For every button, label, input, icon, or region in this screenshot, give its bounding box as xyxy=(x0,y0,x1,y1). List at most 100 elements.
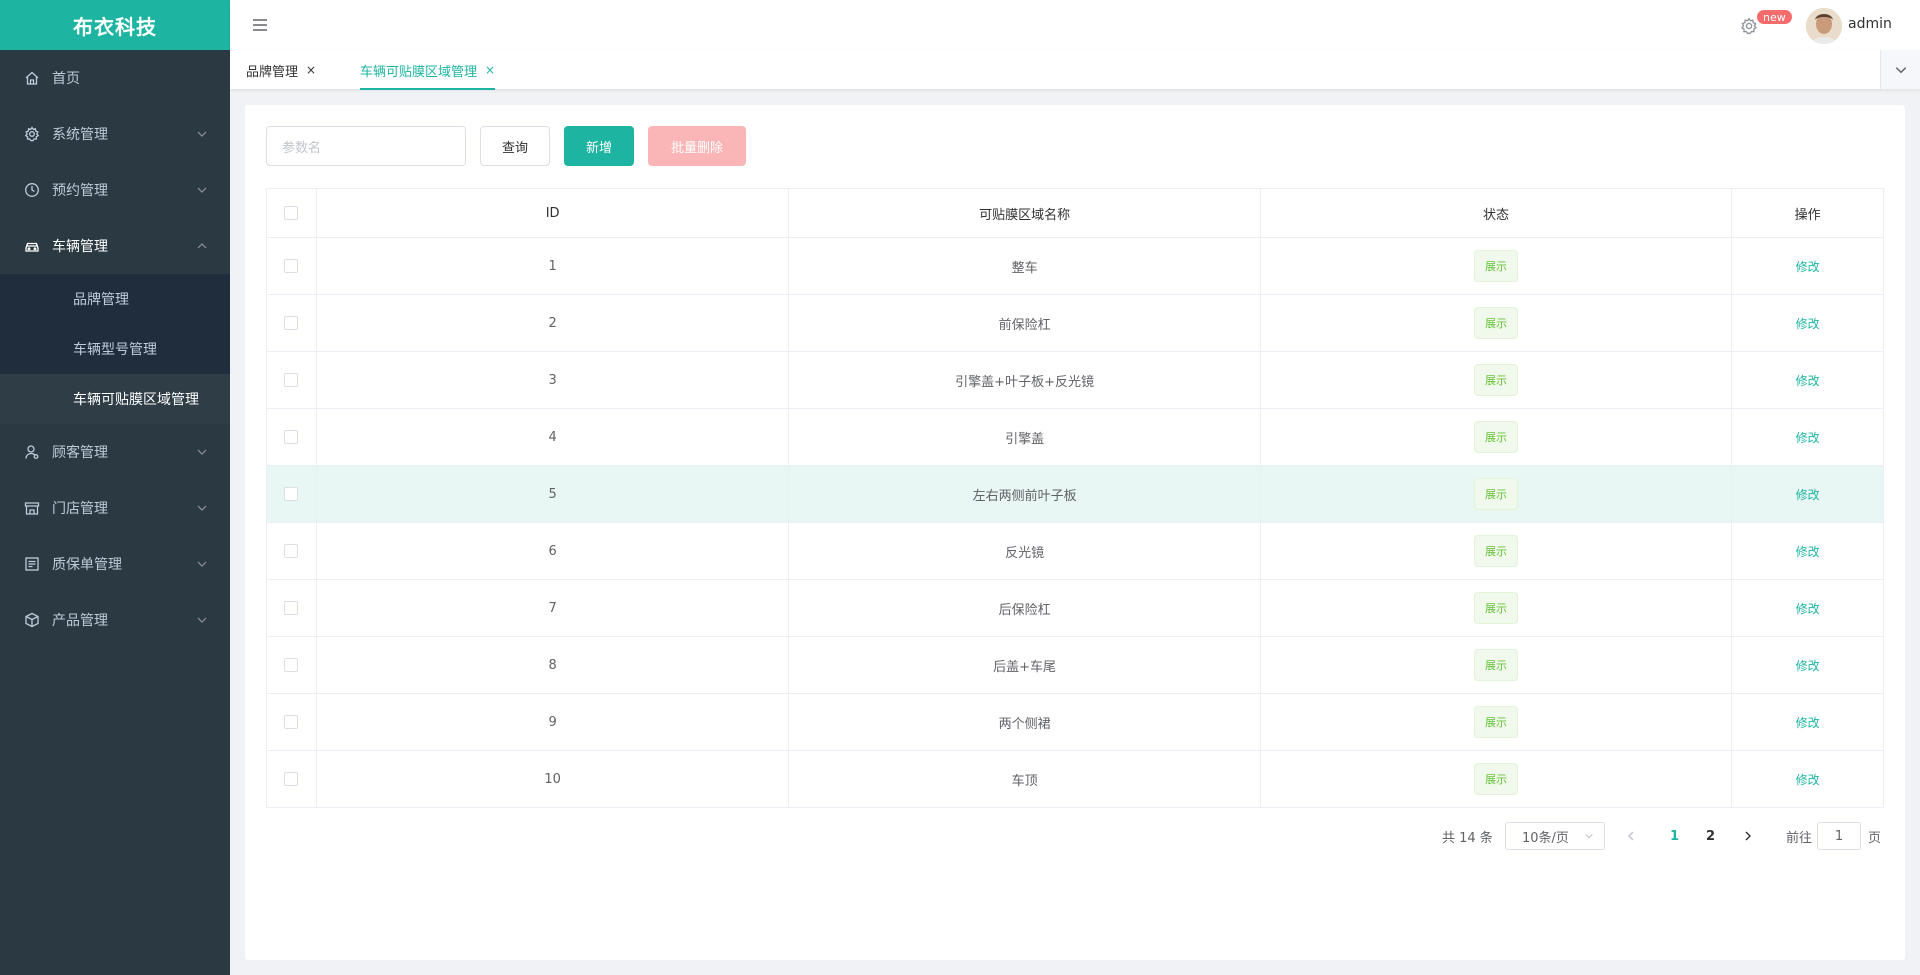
menu-label: 顾客管理 xyxy=(52,445,108,461)
row-checkbox[interactable] xyxy=(284,601,299,615)
cell-status: 展示 xyxy=(1261,694,1733,750)
menu-item-warranty[interactable]: 质保单管理 xyxy=(0,536,230,592)
cell-action: 修改 xyxy=(1732,637,1883,693)
query-button[interactable]: 查询 xyxy=(480,126,550,166)
cell-action: 修改 xyxy=(1732,694,1883,750)
row-checkbox-cell xyxy=(267,523,317,579)
cell-id: 2 xyxy=(317,295,790,351)
top-header: new admin xyxy=(230,0,1920,50)
gear-icon xyxy=(24,126,40,142)
clock-icon xyxy=(24,182,40,198)
tab-film-area[interactable]: 车辆可贴膜区域管理 × xyxy=(360,50,496,90)
status-badge: 展示 xyxy=(1473,478,1518,510)
menu-item-system[interactable]: 系统管理 xyxy=(0,106,230,162)
edit-link[interactable]: 修改 xyxy=(1796,315,1820,332)
username[interactable]: admin xyxy=(1848,16,1892,32)
row-checkbox-cell xyxy=(267,751,317,807)
edit-link[interactable]: 修改 xyxy=(1796,714,1820,731)
table-row: 4 引擎盖 展示 修改 xyxy=(267,408,1883,465)
menu-item-booking[interactable]: 预约管理 xyxy=(0,162,230,218)
submenu-item-film-area[interactable]: 车辆可贴膜区域管理 xyxy=(0,374,230,424)
cell-area-name: 引擎盖+叶子板+反光镜 xyxy=(789,352,1261,408)
menu-item-home[interactable]: 首页 xyxy=(0,50,230,106)
cell-action: 修改 xyxy=(1732,295,1883,351)
add-button[interactable]: 新增 xyxy=(564,126,634,166)
row-checkbox-cell xyxy=(267,694,317,750)
bulk-delete-button[interactable]: 批量删除 xyxy=(648,126,746,166)
cell-status: 展示 xyxy=(1261,295,1733,351)
cell-status: 展示 xyxy=(1261,466,1733,522)
cell-status: 展示 xyxy=(1261,637,1733,693)
column-header-action: 操作 xyxy=(1794,207,1821,223)
menu-item-customer[interactable]: 顾客管理 xyxy=(0,424,230,480)
menu-label: 预约管理 xyxy=(52,183,108,199)
chevron-down-icon xyxy=(1895,66,1906,73)
row-checkbox[interactable] xyxy=(284,715,299,729)
table-row: 7 后保险杠 展示 修改 xyxy=(267,579,1883,636)
goto-label: 前往 xyxy=(1786,830,1813,846)
cell-id: 3 xyxy=(317,352,790,408)
row-checkbox[interactable] xyxy=(284,316,299,330)
prev-page-button[interactable] xyxy=(1625,822,1637,850)
cell-status: 展示 xyxy=(1261,523,1733,579)
tab-brand[interactable]: 品牌管理 × xyxy=(246,50,316,90)
chevron-down-icon xyxy=(197,449,207,455)
edit-link[interactable]: 修改 xyxy=(1796,429,1820,446)
chevron-right-icon xyxy=(1745,831,1751,841)
data-table: ID 可贴膜区域名称 状态 操作 1 整车 展示 修改 2 前保险杠 展示 修改 3 引擎盖+叶子… xyxy=(266,188,1884,808)
chevron-down-icon xyxy=(197,505,207,511)
menu-item-vehicle[interactable]: 车辆管理 xyxy=(0,218,230,274)
row-checkbox-cell xyxy=(267,637,317,693)
row-checkbox[interactable] xyxy=(284,658,299,672)
menu-item-store[interactable]: 门店管理 xyxy=(0,480,230,536)
store-icon xyxy=(24,500,40,516)
goto-page-input[interactable]: 1 xyxy=(1817,822,1861,850)
cell-id: 6 xyxy=(317,523,790,579)
edit-link[interactable]: 修改 xyxy=(1796,600,1820,617)
row-checkbox[interactable] xyxy=(284,430,299,444)
close-icon[interactable]: × xyxy=(306,63,316,77)
table-row: 5 左右两侧前叶子板 展示 修改 xyxy=(267,465,1883,522)
page-size-select[interactable]: 10条/页 xyxy=(1505,822,1605,850)
document-icon xyxy=(24,556,40,572)
status-badge: 展示 xyxy=(1473,649,1518,681)
hamburger-icon[interactable] xyxy=(250,15,270,35)
edit-link[interactable]: 修改 xyxy=(1796,372,1820,389)
row-checkbox[interactable] xyxy=(284,259,299,273)
gear-icon[interactable] xyxy=(1740,17,1758,35)
row-checkbox[interactable] xyxy=(284,487,299,501)
status-badge: 展示 xyxy=(1473,763,1518,795)
cell-id: 7 xyxy=(317,580,790,636)
menu-item-product[interactable]: 产品管理 xyxy=(0,592,230,648)
cell-id: 4 xyxy=(317,409,790,465)
page-number-2[interactable]: 2 xyxy=(1706,822,1715,850)
select-all-checkbox[interactable] xyxy=(284,206,299,220)
edit-link[interactable]: 修改 xyxy=(1796,543,1820,560)
user-icon xyxy=(24,444,40,460)
cell-id: 10 xyxy=(317,751,790,807)
submenu-item-brand[interactable]: 品牌管理 xyxy=(0,274,230,324)
column-header-status: 状态 xyxy=(1261,189,1733,237)
cell-status: 展示 xyxy=(1261,409,1733,465)
row-checkbox[interactable] xyxy=(284,373,299,387)
row-checkbox[interactable] xyxy=(284,772,299,786)
row-checkbox[interactable] xyxy=(284,544,299,558)
row-checkbox-cell xyxy=(267,295,317,351)
edit-link[interactable]: 修改 xyxy=(1796,258,1820,275)
close-icon[interactable]: × xyxy=(485,63,495,77)
next-page-button[interactable] xyxy=(1742,822,1754,850)
submenu-item-vehicle-model[interactable]: 车辆型号管理 xyxy=(0,324,230,374)
search-input[interactable]: 参数名 xyxy=(266,126,466,166)
box-icon xyxy=(24,612,40,628)
cell-area-name: 后保险杠 xyxy=(789,580,1261,636)
page-number-1[interactable]: 1 xyxy=(1670,822,1679,850)
status-badge: 展示 xyxy=(1473,706,1518,738)
edit-link[interactable]: 修改 xyxy=(1796,486,1820,503)
cell-id: 8 xyxy=(317,637,790,693)
avatar[interactable] xyxy=(1806,8,1842,44)
edit-link[interactable]: 修改 xyxy=(1796,657,1820,674)
tabs-dropdown-button[interactable] xyxy=(1880,50,1920,89)
cell-action: 修改 xyxy=(1732,409,1883,465)
edit-link[interactable]: 修改 xyxy=(1796,771,1820,788)
status-badge: 展示 xyxy=(1473,592,1518,624)
